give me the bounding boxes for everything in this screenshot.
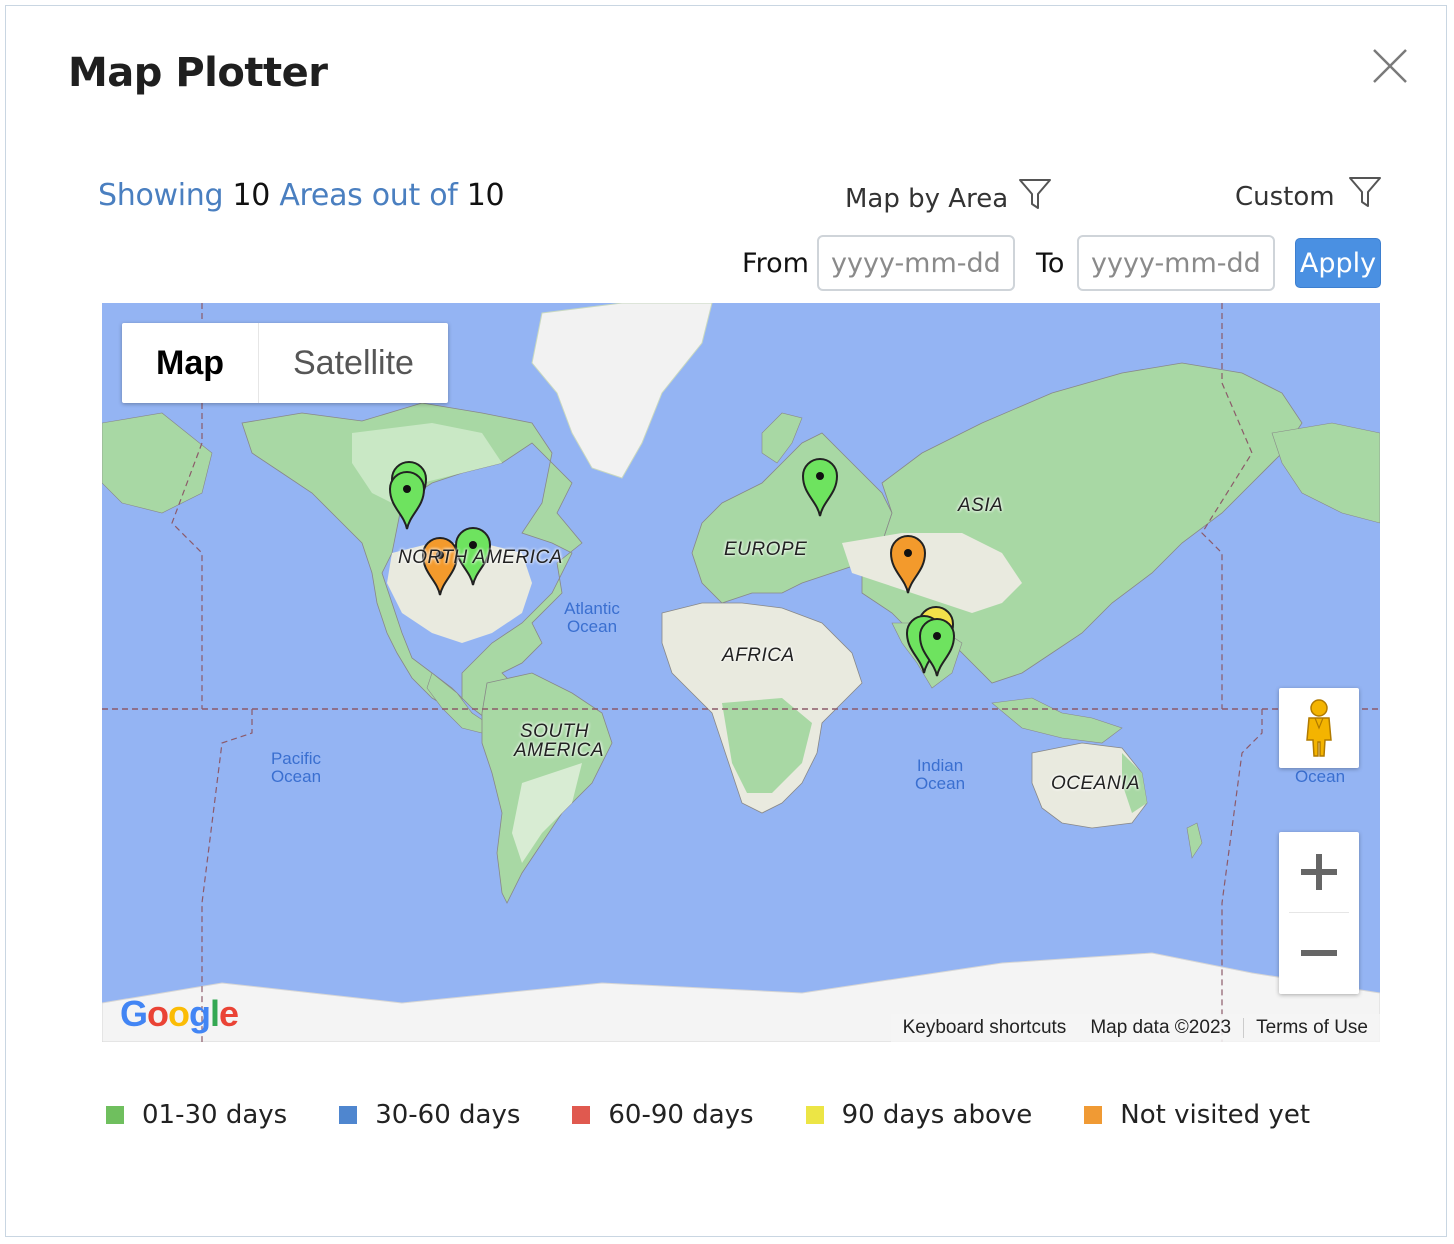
map-canvas[interactable]: NORTH AMERICA SOUTH AMERICA EUROPE AFRIC… (102, 303, 1380, 1042)
plus-icon (1301, 854, 1337, 890)
legend-swatch (106, 1106, 124, 1124)
legend-item: Not visited yet (1084, 1100, 1310, 1130)
from-date-input[interactable] (817, 235, 1015, 291)
label-oceania: OCEANIA (1051, 773, 1141, 794)
shown-count: 10 (232, 178, 271, 213)
legend: 01-30 days 30-60 days 60-90 days 90 days… (106, 1100, 1362, 1130)
legend-label: 60-90 days (608, 1100, 754, 1130)
legend-item: 90 days above (805, 1100, 1033, 1130)
legend-item: 60-90 days (572, 1100, 754, 1130)
street-view-icon (1306, 699, 1332, 757)
from-label: From (742, 248, 809, 279)
terms-of-use-link[interactable]: Terms of Use (1244, 1014, 1380, 1042)
legend-label: 90 days above (841, 1100, 1033, 1130)
zoom-out-button[interactable] (1279, 913, 1359, 993)
legend-item: 01-30 days (106, 1100, 287, 1130)
legend-swatch (1084, 1106, 1103, 1124)
funnel-icon[interactable] (1348, 175, 1382, 209)
legend-swatch (339, 1106, 358, 1124)
funnel-icon[interactable] (1018, 177, 1052, 211)
label-south-america-2: AMERICA (514, 740, 605, 761)
to-label: To (1036, 248, 1065, 279)
minus-icon (1301, 950, 1337, 956)
map-type-map[interactable]: Map (122, 323, 258, 403)
label-africa: AFRICA (722, 645, 795, 666)
zoom-control (1279, 832, 1359, 994)
areas-label: Areas out of (279, 178, 458, 213)
to-date-input[interactable] (1077, 235, 1275, 291)
label-asia: ASIA (958, 495, 1004, 516)
google-logo: Google (120, 993, 239, 1034)
legend-swatch (805, 1106, 824, 1124)
map-type-satellite[interactable]: Satellite (259, 323, 448, 403)
legend-item: 30-60 days (339, 1100, 520, 1130)
label-atlantic-ocean: Atlantic Ocean (564, 599, 620, 636)
keyboard-shortcuts-link[interactable]: Keyboard shortcuts (891, 1014, 1079, 1042)
legend-label: 30-60 days (375, 1100, 521, 1130)
map-by-area-label[interactable]: Map by Area (845, 184, 1008, 214)
showing-summary: Showing 10 Areas out of 10 (98, 178, 505, 213)
label-indian-ocean: Indian Ocean (914, 756, 966, 793)
label-europe: EUROPE (724, 539, 808, 560)
zoom-in-button[interactable] (1279, 832, 1359, 912)
label-north-america: NORTH AMERICA (398, 547, 563, 568)
map-footer: Keyboard shortcuts Map data ©2023 Terms … (890, 1014, 1380, 1042)
close-icon[interactable] (1370, 46, 1410, 86)
legend-label: Not visited yet (1120, 1100, 1311, 1130)
legend-swatch (572, 1106, 591, 1124)
world-map-base (102, 303, 1380, 1042)
custom-label[interactable]: Custom (1235, 182, 1335, 212)
map-type-control: Map Satellite (122, 323, 448, 403)
label-pacific-ocean: Pacific Ocean (270, 749, 322, 786)
label-ocean-right: Ocean (1294, 767, 1346, 786)
map-data-label: Map data ©2023 (1090, 1017, 1232, 1038)
showing-label: Showing (98, 178, 224, 213)
total-count: 10 (466, 178, 505, 213)
apply-button[interactable]: Apply (1295, 238, 1381, 288)
legend-label: 01-30 days (142, 1100, 288, 1130)
dialog-title: Map Plotter (68, 50, 328, 96)
street-view-button[interactable] (1279, 688, 1359, 768)
